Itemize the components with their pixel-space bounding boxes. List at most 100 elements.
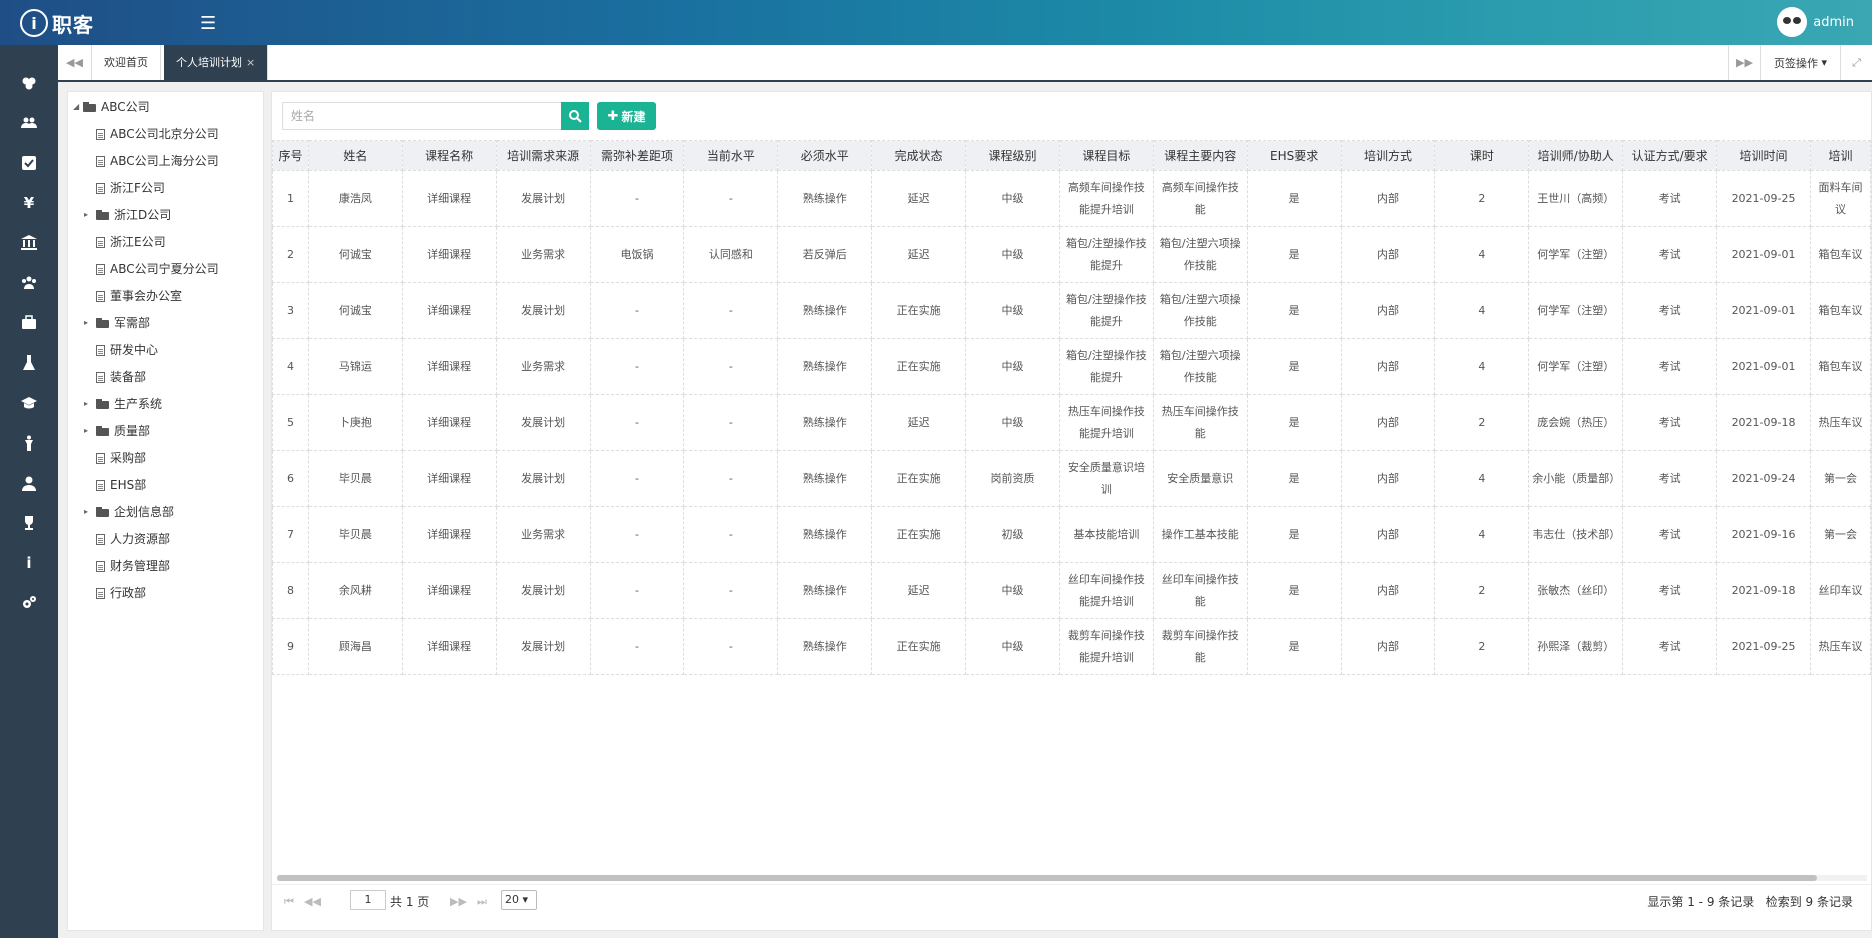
column-header[interactable]: 课程名称 (401, 140, 497, 171)
table-row[interactable]: 5 卜庚抱 详细课程 发展计划 - - 熟练操作 延迟 中级 热压车间操作技能提升培训 热压车间操作… (272, 394, 1871, 451)
users-icon[interactable] (0, 103, 58, 143)
tree-item[interactable]: ABC公司北京分公司 (96, 123, 219, 145)
column-header[interactable]: 培训师/协助人 (1528, 140, 1624, 171)
scrollbar-thumb[interactable] (277, 875, 1817, 881)
tree-item[interactable]: ABC公司宁夏分公司 (96, 258, 219, 280)
tree-item[interactable]: ▸ 生产系统 (84, 393, 162, 415)
tree-item[interactable]: 装备部 (96, 366, 146, 388)
table-row[interactable]: 9 顾海昌 详细课程 发展计划 - - 熟练操作 正在实施 中级 裁剪车间操作技能提升培训 裁剪车间… (272, 618, 1871, 675)
page-number-input[interactable]: 1 (350, 890, 386, 910)
group-icon[interactable] (0, 263, 58, 303)
search-input[interactable] (282, 102, 562, 130)
column-header[interactable]: 序号 (272, 140, 309, 171)
tree-item[interactable]: 人力资源部 (96, 528, 170, 550)
page-size-select[interactable]: 20 ▾ (501, 890, 537, 910)
tab-scroll-left-icon[interactable]: ◀◀ (58, 45, 92, 80)
table-cell: 3 (272, 282, 309, 339)
caret-right-icon[interactable]: ▸ (84, 312, 94, 334)
next-page-icon[interactable]: ▶▶ (450, 895, 467, 908)
table-cell: 毕贝晨 (307, 450, 403, 507)
new-button[interactable]: ✚ 新建 (597, 102, 656, 130)
tree-item[interactable]: 董事会办公室 (96, 285, 182, 307)
tab-scroll-right-icon[interactable]: ▶▶ (1728, 45, 1760, 80)
table-row[interactable]: 7 毕贝晨 详细课程 业务需求 - - 熟练操作 正在实施 初级 基本技能培训 操作工基本技能是内部… (272, 506, 1871, 563)
menu-toggle-icon[interactable]: ☰ (200, 13, 216, 34)
column-header[interactable]: 培训需求来源 (495, 140, 591, 171)
tree-item-label: 装备部 (110, 370, 147, 384)
caret-right-icon[interactable]: ▸ (84, 420, 94, 442)
tree-item[interactable]: EHS部 (96, 474, 146, 496)
column-header[interactable]: 姓名 (307, 140, 403, 171)
tree-root[interactable]: ◢ ABC公司 (73, 96, 150, 118)
column-header[interactable]: 课程目标 (1058, 140, 1154, 171)
tree-item[interactable]: 研发中心 (96, 339, 158, 361)
table-cell: 7 (272, 506, 309, 563)
table-row[interactable]: 6 毕贝晨 详细课程 发展计划 - - 熟练操作 正在实施 岗前资质 安全质量意识培训 安全质量意识… (272, 450, 1871, 507)
briefcase-icon[interactable] (0, 303, 58, 343)
flask-icon[interactable] (0, 343, 58, 383)
bank-icon[interactable] (0, 223, 58, 263)
last-page-icon[interactable]: ⏭ (477, 895, 487, 909)
table-row[interactable]: 1 康浩凤 详细课程 发展计划 - - 熟练操作 延迟 中级 高频车间操作技能提升培训 高频车间操作… (272, 170, 1871, 227)
horizontal-scrollbar[interactable] (277, 875, 1867, 881)
column-header[interactable]: EHS要求 (1246, 140, 1342, 171)
tree-item-label: 企划信息部 (114, 505, 175, 519)
tree-item[interactable]: ABC公司上海分公司 (96, 150, 219, 172)
caret-down-icon[interactable]: ◢ (73, 96, 83, 118)
tree-item[interactable]: 浙江F公司 (96, 177, 165, 199)
column-header[interactable]: 课程主要内容 (1152, 140, 1248, 171)
column-header[interactable]: 认证方式/要求 (1622, 140, 1718, 171)
yen-icon[interactable]: ¥ (0, 183, 58, 223)
tree-item[interactable]: 采购部 (96, 447, 146, 469)
table-cell: 熟练操作 (777, 338, 873, 395)
tree-item[interactable]: ▸ 质量部 (84, 420, 150, 442)
search-button[interactable] (561, 102, 589, 130)
tree-item[interactable]: 财务管理部 (96, 555, 170, 577)
dashboard-icon[interactable] (0, 63, 58, 103)
user-menu[interactable]: admin (1777, 7, 1854, 37)
column-header[interactable]: 完成状态 (871, 140, 967, 171)
tree-item[interactable]: ▸ 浙江D公司 (84, 204, 171, 226)
tab-home[interactable]: 欢迎首页 (92, 45, 161, 80)
check-icon[interactable] (0, 143, 58, 183)
logo[interactable]: i 职客 (20, 8, 94, 38)
table-row[interactable]: 4 马锦运 详细课程 业务需求 - - 熟练操作 正在实施 中级 箱包/注塑操作技能提升 箱包/注塑… (272, 338, 1871, 395)
tab-bar: ◀◀ 欢迎首页 个人培训计划 × ▶▶ 页签操作 ▾ ⤢ (58, 45, 1872, 82)
graduation-icon[interactable] (0, 383, 58, 423)
column-header[interactable]: 培训方式 (1340, 140, 1436, 171)
tree-item[interactable]: ▸ 企划信息部 (84, 501, 175, 523)
column-header[interactable]: 培训 (1809, 140, 1871, 171)
table-row[interactable]: 3 何诚宝 详细课程 发展计划 - - 熟练操作 正在实施 中级 箱包/注塑操作技能提升 箱包/注塑… (272, 282, 1871, 339)
column-header[interactable]: 课程级别 (965, 140, 1060, 171)
info-icon[interactable]: i (0, 543, 58, 583)
column-header[interactable]: 需弥补差距项 (589, 140, 685, 171)
table-cell: 是 (1246, 282, 1342, 339)
tab-training-plan[interactable]: 个人培训计划 × (164, 45, 269, 80)
prev-page-icon[interactable]: ◀◀ (304, 895, 321, 908)
tree-item[interactable]: 浙江E公司 (96, 231, 166, 253)
user-icon[interactable] (0, 463, 58, 503)
caret-right-icon[interactable]: ▸ (84, 393, 94, 415)
table-cell: 第一会 (1809, 450, 1871, 507)
column-header[interactable]: 培训时间 (1716, 140, 1811, 171)
figure-icon[interactable] (0, 423, 58, 463)
tree-item[interactable]: ▸ 军需部 (84, 312, 150, 334)
folder-icon (96, 318, 110, 328)
first-page-icon[interactable]: ⏮ (284, 895, 294, 909)
fullscreen-icon[interactable]: ⤢ (1840, 45, 1872, 80)
column-header[interactable]: 必须水平 (777, 140, 873, 171)
column-header[interactable]: 课时 (1434, 140, 1530, 171)
table-row[interactable]: 2 何诚宝 详细课程 业务需求 电饭锅 认同感和 若反弹后 延迟 中级 箱包/注塑操作技能提升 箱包… (272, 226, 1871, 283)
caret-right-icon[interactable]: ▸ (84, 204, 94, 226)
column-header[interactable]: 当前水平 (683, 140, 779, 171)
cogs-icon[interactable] (0, 583, 58, 623)
table-cell: 熟练操作 (777, 170, 873, 227)
table-cell: 业务需求 (495, 338, 591, 395)
trophy-icon[interactable] (0, 503, 58, 543)
table-row[interactable]: 8 余风耕 详细课程 发展计划 - - 熟练操作 延迟 中级 丝印车间操作技能提升培训 丝印车间操作… (272, 562, 1871, 619)
page-ops-dropdown[interactable]: 页签操作 ▾ (1760, 45, 1840, 80)
tree-item[interactable]: 行政部 (96, 582, 146, 604)
close-icon[interactable]: × (246, 56, 255, 69)
table-cell: 详细课程 (401, 282, 497, 339)
caret-right-icon[interactable]: ▸ (84, 501, 94, 523)
